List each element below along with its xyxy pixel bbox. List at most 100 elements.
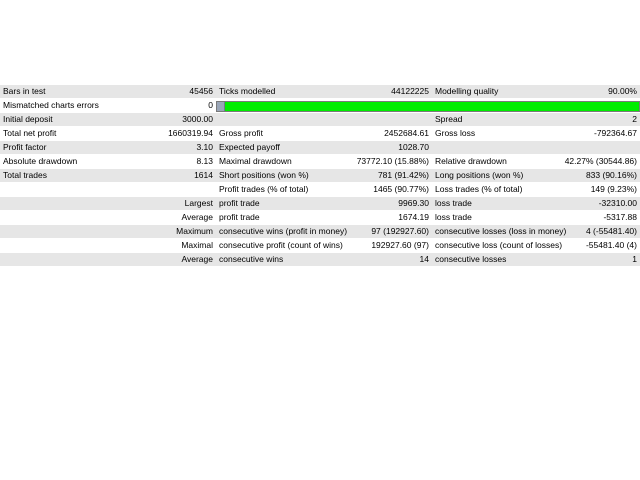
report-cell: Bars in test 45456	[0, 85, 216, 99]
report-cell: Maximal drawdown 73772.10 (15.88%)	[216, 154, 432, 169]
report-cell: Mismatched charts errors 0	[0, 98, 216, 113]
report-cell: Maximum	[0, 224, 216, 239]
profit-trades-label: Profit trades (% of total)	[219, 184, 309, 194]
largest-loss-trade-label: loss trade	[435, 198, 472, 208]
report-cell: loss trade -5317.88	[432, 210, 640, 225]
maximal-consecutive-profit-value: 192927.60 (97)	[371, 240, 429, 250]
report-cell	[0, 182, 216, 197]
report-row: Initial deposit 3000.00 Spread 2	[0, 112, 640, 127]
max-consecutive-losses-label: consecutive losses (loss in money)	[435, 226, 567, 236]
report-cell: profit trade 9969.30	[216, 196, 432, 211]
average-consecutive-losses-value: 1	[632, 254, 637, 264]
report-cell: Average	[0, 210, 216, 225]
report-cell: Long positions (won %) 833 (90.16%)	[432, 168, 640, 183]
report-cell: consecutive loss (count of losses) -5548…	[432, 238, 640, 253]
initial-deposit-value: 3000.00	[182, 114, 213, 124]
report-cell: Ticks modelled 44122225	[216, 85, 432, 99]
spread-value: 2	[632, 114, 637, 124]
total-net-profit-label: Total net profit	[3, 128, 57, 138]
report-cell: Maximal	[0, 238, 216, 253]
report-cell: Total trades 1614	[0, 168, 216, 183]
profit-trades-value: 1465 (90.77%)	[373, 184, 429, 194]
total-trades-value: 1614	[194, 170, 213, 180]
report-row: Bars in test 45456 Ticks modelled 441222…	[0, 85, 640, 99]
report-row: Average profit trade 1674.19 loss trade …	[0, 210, 640, 225]
report-cell: Loss trades (% of total) 149 (9.23%)	[432, 182, 640, 197]
max-consecutive-wins-label: consecutive wins (profit in money)	[219, 226, 348, 236]
maximal-drawdown-value: 73772.10 (15.88%)	[356, 156, 429, 166]
total-net-profit-value: 1660319.94	[168, 128, 213, 138]
modelling-quality-bar-cell	[216, 98, 640, 113]
report-cell: Gross loss -792364.67	[432, 126, 640, 141]
report-cell: Average	[0, 252, 216, 267]
report-cell	[216, 112, 432, 127]
report-cell: consecutive losses (loss in money) 4 (-5…	[432, 224, 640, 239]
report-row: Profit factor 3.10 Expected payoff 1028.…	[0, 140, 640, 155]
report-row: Average consecutive wins 14 consecutive …	[0, 252, 640, 267]
report-cell: Initial deposit 3000.00	[0, 112, 216, 127]
modelling-quality-bar	[216, 100, 640, 112]
ticks-modelled-label: Ticks modelled	[219, 86, 276, 96]
bars-in-test-label: Bars in test	[3, 86, 46, 96]
report-row: Absolute drawdown 8.13 Maximal drawdown …	[0, 154, 640, 169]
modelling-quality-gap	[217, 101, 225, 111]
expected-payoff-value: 1028.70	[398, 142, 429, 152]
max-consecutive-wins-value: 97 (192927.60)	[371, 226, 429, 236]
ticks-modelled-value: 44122225	[391, 86, 429, 96]
maximum-label: Maximum	[176, 226, 213, 236]
report-cell: Largest	[0, 196, 216, 211]
strategy-report-table: Bars in test 45456 Ticks modelled 441222…	[0, 85, 640, 267]
absolute-drawdown-label: Absolute drawdown	[3, 156, 78, 166]
report-row: Maximum consecutive wins (profit in mone…	[0, 224, 640, 239]
loss-trades-label: Loss trades (% of total)	[435, 184, 523, 194]
report-row: Maximal consecutive profit (count of win…	[0, 238, 640, 253]
report-row: Mismatched charts errors 0	[0, 98, 640, 113]
spread-label: Spread	[435, 114, 463, 124]
gross-profit-value: 2452684.61	[384, 128, 429, 138]
report-cell: consecutive wins 14	[216, 252, 432, 267]
short-positions-value: 781 (91.42%)	[377, 170, 429, 180]
report-cell: Modelling quality 90.00%	[432, 85, 640, 99]
gross-loss-label: Gross loss	[435, 128, 476, 138]
gross-profit-label: Gross profit	[219, 128, 263, 138]
modelling-quality-fill	[225, 101, 639, 111]
report-row: Total trades 1614 Short positions (won %…	[0, 168, 640, 183]
profit-factor-label: Profit factor	[3, 142, 47, 152]
expected-payoff-label: Expected payoff	[219, 142, 280, 152]
average-consecutive-label: Average	[181, 254, 213, 264]
initial-deposit-label: Initial deposit	[3, 114, 53, 124]
report-row: Largest profit trade 9969.30 loss trade …	[0, 196, 640, 211]
long-positions-value: 833 (90.16%)	[585, 170, 637, 180]
report-cell: Profit factor 3.10	[0, 140, 216, 155]
report-cell: Total net profit 1660319.94	[0, 126, 216, 141]
gross-loss-value: -792364.67	[593, 128, 637, 138]
relative-drawdown-value: 42.27% (30544.86)	[564, 156, 637, 166]
report-cell: Expected payoff 1028.70	[216, 140, 432, 155]
report-cell: Spread 2	[432, 112, 640, 127]
report-cell: Relative drawdown 42.27% (30544.86)	[432, 154, 640, 169]
average-profit-trade-value: 1674.19	[398, 212, 429, 222]
report-cell	[432, 140, 640, 155]
long-positions-label: Long positions (won %)	[435, 170, 524, 180]
largest-label: Largest	[184, 198, 213, 208]
absolute-drawdown-value: 8.13	[196, 156, 213, 166]
average-profit-trade-label: profit trade	[219, 212, 260, 222]
profit-factor-value: 3.10	[196, 142, 213, 152]
maximal-consecutive-profit-label: consecutive profit (count of wins)	[219, 240, 343, 250]
average-label: Average	[181, 212, 213, 222]
report-cell: consecutive losses 1	[432, 252, 640, 267]
maximal-drawdown-label: Maximal drawdown	[219, 156, 292, 166]
maximal-consecutive-loss-value: -55481.40 (4)	[585, 240, 637, 250]
report-cell: consecutive profit (count of wins) 19292…	[216, 238, 432, 253]
short-positions-label: Short positions (won %)	[219, 170, 309, 180]
largest-profit-trade-value: 9969.30	[398, 198, 429, 208]
max-consecutive-losses-value: 4 (-55481.40)	[585, 226, 637, 236]
report-cell: Absolute drawdown 8.13	[0, 154, 216, 169]
bars-in-test-value: 45456	[189, 86, 213, 96]
relative-drawdown-label: Relative drawdown	[435, 156, 507, 166]
average-consecutive-wins-value: 14	[419, 254, 429, 264]
largest-profit-trade-label: profit trade	[219, 198, 260, 208]
maximal-consecutive-loss-label: consecutive loss (count of losses)	[435, 240, 563, 250]
report-cell: Short positions (won %) 781 (91.42%)	[216, 168, 432, 183]
largest-loss-trade-value: -32310.00	[598, 198, 637, 208]
